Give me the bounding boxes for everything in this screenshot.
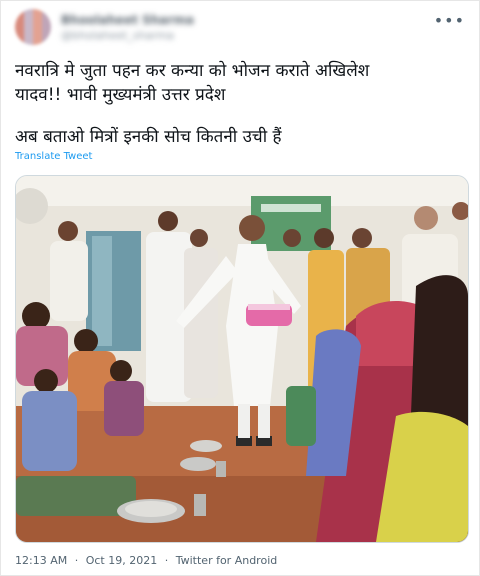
tweet-text: नवरात्रि मे जुता पहन कर कन्या को भोजन कर… [15,61,370,105]
tweet-source[interactable]: Twitter for Android [176,554,278,567]
author-handle[interactable]: @bholaheet_sharma [61,29,174,42]
tweet-text-second-paragraph: अब बताओ मित्रों इनकी सोच कितनी उची हैं [15,127,282,147]
author-name[interactable]: Bhoolaheet Sharma [61,13,194,27]
translate-tweet-link[interactable]: Translate Tweet [15,151,92,162]
tweet-photo[interactable] [15,175,469,543]
more-icon[interactable]: ••• [434,11,465,30]
tweet-card: Bhoolaheet Sharma @bholaheet_sharma ••• … [0,0,480,576]
tweet-date[interactable]: Oct 19, 2021 [86,554,158,567]
tweet-header: Bhoolaheet Sharma @bholaheet_sharma ••• [15,9,465,45]
avatar[interactable] [15,9,51,45]
tweet-metadata: 12:13 AM · Oct 19, 2021 · Twitter for An… [15,554,281,567]
tweet-time[interactable]: 12:13 AM [15,554,67,567]
separator-dot: · [74,554,79,567]
photo-illustration [16,176,468,542]
separator-dot: · [164,554,169,567]
